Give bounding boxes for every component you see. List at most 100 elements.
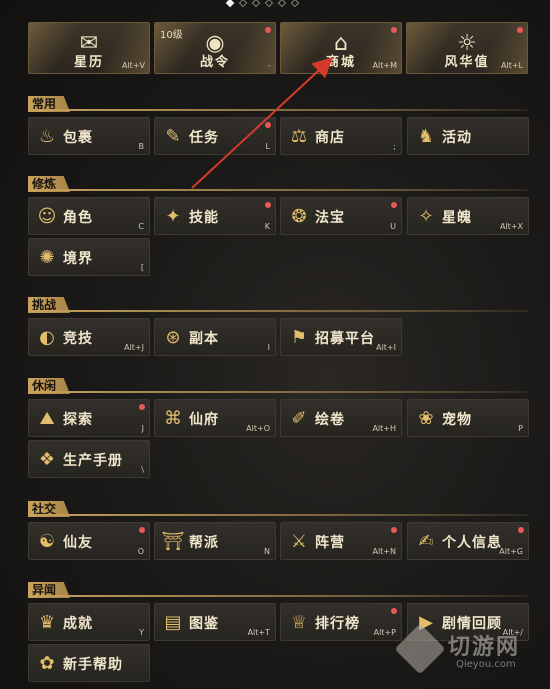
codex-icon: ▤ (164, 611, 182, 633)
button-label: 角色 (63, 210, 93, 226)
page-dot[interactable] (264, 0, 274, 8)
button-label: 技能 (189, 210, 219, 226)
hotkey-hint: [ (140, 263, 144, 272)
craft-icon: ❖ (38, 448, 56, 470)
section-divider (28, 189, 528, 191)
menu-button-dungeon[interactable]: ⊛ 副本 I (154, 318, 276, 356)
button-label: 阵营 (315, 535, 345, 551)
elegance-value-button[interactable]: ☼ 风华值 Alt+L (406, 22, 528, 74)
section-divider (28, 310, 528, 312)
button-label: 探索 (63, 412, 93, 428)
notification-dot (518, 527, 524, 533)
mall-button[interactable]: ⌂ 商城 Alt+M (280, 22, 402, 74)
menu-button-pet[interactable]: ❀ 宠物 P (407, 399, 529, 437)
page-dot[interactable] (290, 0, 300, 8)
hotkey-hint: K (264, 222, 270, 231)
button-label: 法宝 (315, 210, 345, 226)
page-dot[interactable] (251, 0, 261, 8)
hotkey-hint: I (267, 343, 270, 352)
hotkey-hint: P (518, 424, 523, 433)
notification-dot (391, 202, 397, 208)
menu-button-star-soul[interactable]: ✧ 星魄 Alt+X (407, 197, 529, 235)
featured-row: ✉ 星历 Alt+V 10级 ◉ 战令 - ⌂ 商城 Alt+M ☼ 风华值 A… (28, 22, 528, 74)
battle-pass-button[interactable]: 10级 ◉ 战令 - (154, 22, 276, 74)
explore-icon: ⛰ (39, 407, 55, 429)
mansion-icon: ⌘ (164, 407, 182, 429)
notification-dot (517, 27, 523, 33)
button-label: 招募平台 (315, 331, 375, 347)
page-dot[interactable] (225, 0, 235, 8)
button-label: 任务 (189, 130, 219, 146)
notification-dot (139, 404, 145, 410)
menu-button-scroll-task[interactable]: ✎ 任务 L (154, 117, 276, 155)
hotkey-hint: ; (393, 142, 396, 151)
menu-button-friends[interactable]: ☯ 仙友 O (28, 522, 150, 560)
menu-button-lion[interactable]: ♞ 活动 (407, 117, 529, 155)
menu-button-skill[interactable]: ✦ 技能 K (154, 197, 276, 235)
hotkey-hint: C (138, 222, 144, 231)
button-label: 竞技 (63, 331, 93, 347)
achievement-icon: ♛ (38, 611, 56, 633)
button-label: 个人信息 (442, 535, 502, 551)
watermark-logo: 切游网 Qieyou.com (394, 623, 542, 681)
button-label: 副本 (189, 331, 219, 347)
hotkey-hint: Alt+M (372, 61, 397, 70)
menu-button-craft[interactable]: ❖ 生产手册 \ (28, 440, 150, 478)
profile-icon: ✍ (418, 530, 434, 552)
menu-button-arena[interactable]: ◐ 竞技 Alt+J (28, 318, 150, 356)
menu-button-codex[interactable]: ▤ 图鉴 Alt+T (154, 603, 276, 641)
section-divider (28, 595, 528, 597)
scroll-task-icon: ✎ (165, 125, 181, 147)
menu-button-scale[interactable]: ⚖ 商店; (280, 117, 402, 155)
menu-button-trophy[interactable]: ♕ 排行榜 Alt+P (280, 603, 402, 641)
hotkey-hint: Alt+J (124, 343, 144, 352)
section-divider (28, 514, 528, 516)
hotkey-hint: B (138, 142, 145, 151)
scale-icon: ⚖ (290, 125, 308, 147)
menu-button-painting[interactable]: ✐ 绘卷 Alt+H (280, 399, 402, 437)
hotkey-hint: J (141, 424, 144, 433)
notification-dot (265, 122, 271, 128)
friends-icon: ☯ (38, 530, 56, 552)
button-label: 仙友 (63, 535, 93, 551)
watermark-text: 切游网 (448, 635, 521, 660)
bag-icon: ♨ (38, 125, 56, 147)
button-label: 星魄 (442, 210, 472, 226)
page-dot[interactable] (277, 0, 287, 8)
star-calendar-button[interactable]: ✉ 星历 Alt+V (28, 22, 150, 74)
menu-button-help[interactable]: ✿ 新手帮助 (28, 644, 150, 682)
pagination-dots (225, 0, 300, 8)
hotkey-hint: U (390, 222, 396, 231)
hotkey-hint: L (265, 142, 270, 151)
button-label: 活动 (442, 130, 472, 146)
menu-button-profile[interactable]: ✍ 个人信息 Alt+G (407, 522, 529, 560)
button-label: 宠物 (442, 412, 472, 428)
menu-button-faction[interactable]: ⚔ 阵营 Alt+N (280, 522, 402, 560)
hotkey-hint: Alt+O (246, 424, 270, 433)
section-divider (28, 109, 528, 111)
menu-button-guild[interactable]: ⛩ 帮派 N (154, 522, 276, 560)
page-dot[interactable] (238, 0, 248, 8)
character-icon: ☺ (37, 205, 57, 227)
menu-button-achievement[interactable]: ♛ 成就 Y (28, 603, 150, 641)
menu-button-bag[interactable]: ♨ 包裹 B (28, 117, 150, 155)
menu-button-explore[interactable]: ⛰ 探索 J (28, 399, 150, 437)
watermark-icon (394, 623, 446, 675)
hotkey-hint: - (268, 61, 271, 70)
menu-button-recruit[interactable]: ⚑ 招募平台 Alt+I (280, 318, 402, 356)
hotkey-hint: \ (141, 465, 144, 474)
hotkey-hint: Alt+L (501, 61, 523, 70)
faction-icon: ⚔ (290, 530, 308, 552)
button-label: 绘卷 (315, 412, 345, 428)
menu-button-treasure[interactable]: ❂ 法宝 U (280, 197, 402, 235)
button-label: 成就 (63, 616, 93, 632)
notification-dot (391, 527, 397, 533)
hotkey-hint: Alt+N (372, 547, 396, 556)
menu-button-realm[interactable]: ✺ 境界 [ (28, 238, 150, 276)
watermark-subtext: Qieyou.com (456, 659, 516, 670)
menu-button-character[interactable]: ☺ 角色 C (28, 197, 150, 235)
button-label: 排行榜 (315, 616, 360, 632)
menu-button-mansion[interactable]: ⌘ 仙府 Alt+O (154, 399, 276, 437)
hotkey-hint: Y (139, 628, 144, 637)
button-label: 帮派 (189, 535, 219, 551)
